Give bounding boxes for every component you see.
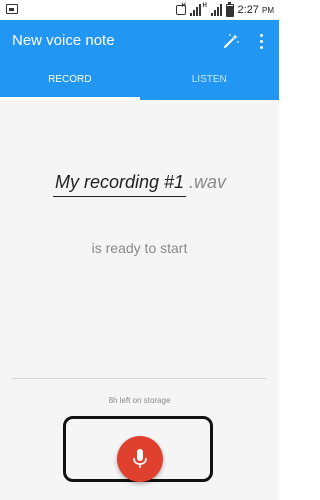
clock: 2:27 PM: [237, 4, 274, 16]
status-bar: H H 2:27 PM: [0, 0, 279, 20]
network-type-label: H: [202, 3, 207, 9]
app-title: New voice note: [12, 32, 115, 49]
network-type-label: H: [181, 3, 186, 9]
file-extension: .wav: [189, 172, 227, 192]
status-indicators: H H 2:27 PM: [175, 1, 274, 18]
filename-row: My recording #1 .wav: [0, 172, 279, 197]
record-button[interactable]: [117, 436, 163, 482]
filename-input[interactable]: My recording #1: [52, 172, 187, 197]
recorder-status: is ready to start: [91, 240, 188, 256]
battery-icon: [225, 1, 234, 17]
divider: [12, 378, 267, 379]
magic-wand-icon[interactable]: [222, 32, 240, 50]
gallery-notification-icon: [6, 4, 18, 14]
signal-sim2-icon: H: [203, 3, 222, 16]
more-vert-icon[interactable]: [256, 32, 266, 50]
storage-remaining: 8h left on storage: [108, 396, 171, 405]
tab-listen[interactable]: LISTEN: [140, 66, 280, 100]
tab-record[interactable]: RECORD: [0, 66, 140, 100]
mic-icon: [133, 449, 147, 468]
tab-bar: RECORD LISTEN: [0, 66, 279, 100]
app-bar: New voice note RECORD LISTEN: [0, 20, 279, 100]
signal-sim1-icon: H: [182, 3, 201, 16]
